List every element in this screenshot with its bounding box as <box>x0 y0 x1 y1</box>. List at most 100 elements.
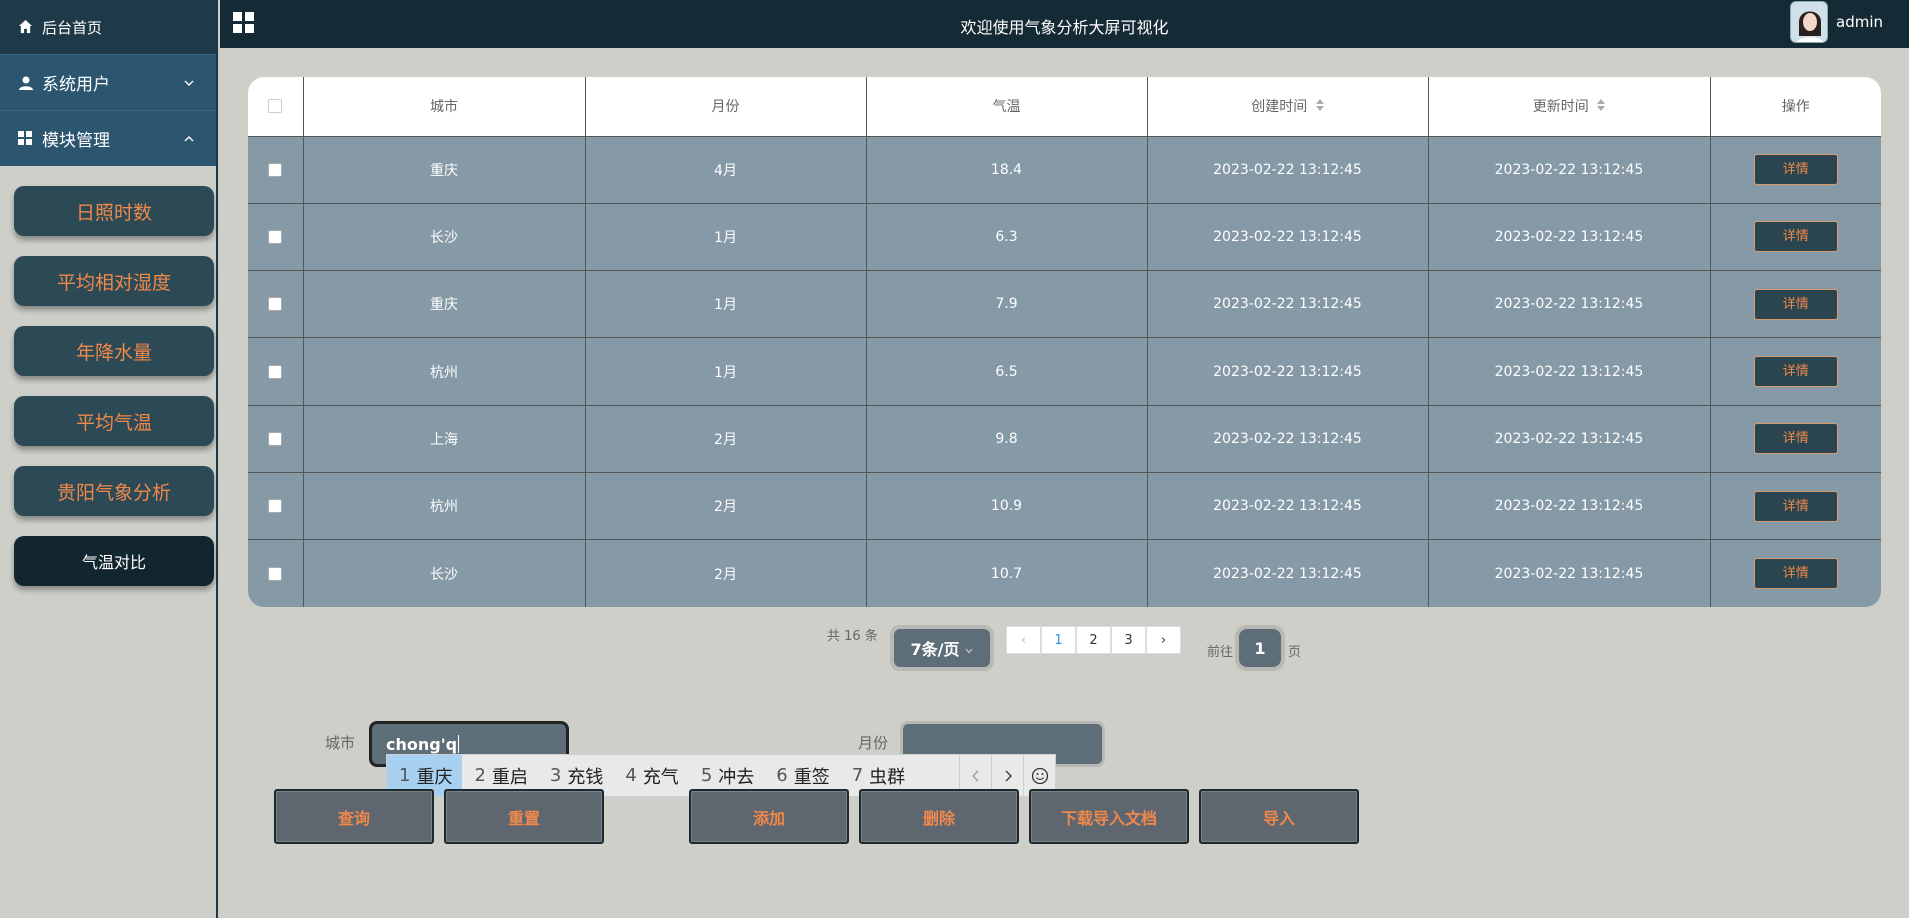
cell-city: 上海 <box>303 404 586 473</box>
cell-action: 详情 <box>1710 337 1881 406</box>
table-header-row: 城市 月份 气温 创建时间 更新时间 操作 <box>248 77 1881 136</box>
row-checkbox[interactable] <box>248 270 304 338</box>
row-checkbox[interactable] <box>248 337 304 406</box>
avatar <box>1790 1 1828 43</box>
chevron-down-icon <box>184 76 194 90</box>
row-checkbox[interactable] <box>248 471 304 540</box>
page-title: 欢迎使用气象分析大屏可视化 <box>960 18 1169 37</box>
row-checkbox[interactable] <box>248 202 304 271</box>
cell-action: 详情 <box>1710 202 1881 271</box>
select-all-checkbox[interactable] <box>248 77 304 136</box>
ime-candidate[interactable]: 4 充气 <box>613 755 688 796</box>
cell-month: 1月 <box>585 202 867 271</box>
ime-candidate-number: 1 <box>399 765 411 786</box>
row-checkbox[interactable] <box>248 539 304 607</box>
table-row: 长沙 2月 10.7 2023-02-22 13:12:45 2023-02-22 13… <box>248 539 1881 607</box>
cell-city: 长沙 <box>303 539 586 607</box>
sidebar-btn-sunshine[interactable]: 日照时数 <box>14 186 214 236</box>
col-header-created[interactable]: 创建时间 <box>1147 77 1429 136</box>
cell-temp: 7.9 <box>866 270 1148 338</box>
cell-action: 详情 <box>1710 471 1881 540</box>
sidebar-btn-guiyang[interactable]: 贵阳气象分析 <box>14 466 214 516</box>
user-menu[interactable]: admin <box>1790 1 1883 43</box>
cell-city: 重庆 <box>303 270 586 338</box>
cell-created: 2023-02-22 13:12:45 <box>1147 404 1429 473</box>
col-header-city: 城市 <box>303 77 586 136</box>
cell-temp: 10.9 <box>866 471 1148 540</box>
detail-button[interactable]: 详情 <box>1753 288 1838 320</box>
total-count: 共 16 条 <box>827 629 878 644</box>
user-icon <box>18 75 34 91</box>
detail-button[interactable]: 详情 <box>1753 490 1838 522</box>
ime-candidate-number: 4 <box>625 765 637 786</box>
cell-created: 2023-02-22 13:12:45 <box>1147 270 1429 338</box>
sidebar-btn-humidity[interactable]: 平均相对湿度 <box>14 256 214 306</box>
cell-created: 2023-02-22 13:12:45 <box>1147 337 1429 406</box>
data-table: 城市 月份 气温 创建时间 更新时间 操作 重庆 4月 18.4 2023-02… <box>248 77 1881 607</box>
detail-button[interactable]: 详情 <box>1753 154 1838 186</box>
sidebar-group-users[interactable]: 系统用户 <box>0 54 216 110</box>
cell-updated: 2023-02-22 13:12:45 <box>1428 135 1711 204</box>
page-3-button[interactable]: 3 <box>1111 626 1146 654</box>
cell-updated: 2023-02-22 13:12:45 <box>1428 539 1711 607</box>
table-row: 上海 2月 9.8 2023-02-22 13:12:45 2023-02-22 13:… <box>248 404 1881 473</box>
query-button[interactable]: 查询 <box>274 789 434 844</box>
goto-page-input[interactable]: 1 <box>1235 625 1285 671</box>
goto-suffix: 页 <box>1288 645 1302 660</box>
add-button[interactable]: 添加 <box>689 789 849 844</box>
chevron-left-icon: ‹ <box>1020 632 1027 648</box>
cell-updated: 2023-02-22 13:12:45 <box>1428 270 1711 338</box>
detail-button[interactable]: 详情 <box>1753 356 1838 388</box>
ime-candidate-number: 2 <box>474 765 486 786</box>
sidebar-group-label: 系统用户 <box>42 75 110 95</box>
page-1-button[interactable]: 1 <box>1041 626 1076 654</box>
grid-icon <box>18 130 34 147</box>
ime-candidate-text: 虫群 <box>869 766 906 788</box>
cell-created: 2023-02-22 13:12:45 <box>1147 202 1429 271</box>
cell-action: 详情 <box>1710 539 1881 607</box>
cell-city: 重庆 <box>303 135 586 204</box>
cell-month: 2月 <box>585 539 867 607</box>
sort-icon[interactable] <box>1597 99 1606 115</box>
page-2-button[interactable]: 2 <box>1076 626 1111 654</box>
detail-button[interactable]: 详情 <box>1753 558 1838 590</box>
sidebar-btn-avg-temp[interactable]: 平均气温 <box>14 396 214 446</box>
delete-button[interactable]: 删除 <box>859 789 1019 844</box>
sort-icon[interactable] <box>1315 99 1324 115</box>
page-size-select[interactable]: 7条/页 <box>890 625 994 671</box>
reset-button[interactable]: 重置 <box>444 789 604 844</box>
col-header-action: 操作 <box>1781 99 1810 116</box>
chevron-down-icon <box>965 639 973 658</box>
ime-candidate-text: 充钱 <box>567 766 604 788</box>
col-header-updated[interactable]: 更新时间 <box>1428 77 1711 136</box>
cell-month: 2月 <box>585 404 867 473</box>
import-button[interactable]: 导入 <box>1199 789 1359 844</box>
detail-button[interactable]: 详情 <box>1753 221 1838 253</box>
cell-created: 2023-02-22 13:12:45 <box>1147 539 1429 607</box>
table-row: 杭州 1月 6.5 2023-02-22 13:12:45 2023-02-22 13:… <box>248 337 1881 406</box>
sidebar-group-modules[interactable]: 模块管理 <box>0 110 216 166</box>
download-template-button[interactable]: 下载导入文档 <box>1029 789 1189 844</box>
prev-page-button[interactable]: ‹ <box>1006 626 1041 654</box>
sidebar-btn-temp-compare[interactable]: 气温对比 <box>14 536 214 586</box>
next-page-button[interactable]: › <box>1146 626 1181 654</box>
cell-city: 杭州 <box>303 337 586 406</box>
cell-created: 2023-02-22 13:12:45 <box>1147 135 1429 204</box>
ime-candidate-text: 充气 <box>642 766 679 788</box>
cell-city: 长沙 <box>303 202 586 271</box>
row-checkbox[interactable] <box>248 135 304 204</box>
detail-button[interactable]: 详情 <box>1753 423 1838 455</box>
cell-updated: 2023-02-22 13:12:45 <box>1428 471 1711 540</box>
table-row: 杭州 2月 10.9 2023-02-22 13:12:45 2023-02-22 13… <box>248 471 1881 540</box>
ime-candidate-text: 重庆 <box>416 766 453 788</box>
ime-candidate-number: 3 <box>549 765 562 786</box>
cell-action: 详情 <box>1710 270 1881 338</box>
sidebar-btn-precipitation[interactable]: 年降水量 <box>14 326 214 376</box>
cell-temp: 6.5 <box>866 337 1148 406</box>
sidebar-item-home[interactable]: 后台首页 <box>0 0 216 54</box>
text-cursor <box>458 735 460 753</box>
ime-candidate-number: 5 <box>700 765 713 786</box>
chevron-up-icon <box>184 132 194 146</box>
ime-candidate-text: 重签 <box>793 766 830 788</box>
row-checkbox[interactable] <box>248 404 304 473</box>
